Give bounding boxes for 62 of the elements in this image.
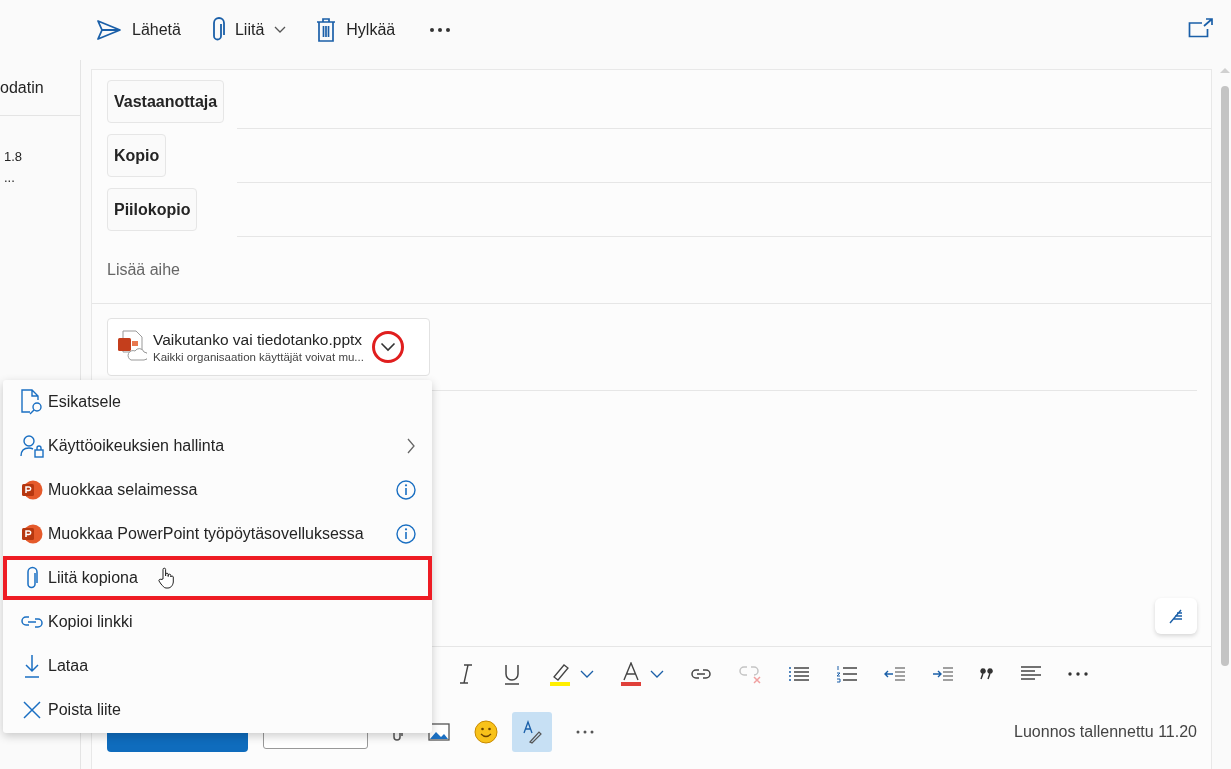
hand-cursor-icon [157, 567, 174, 589]
more-icon[interactable] [1068, 672, 1088, 676]
chevron-down-icon[interactable] [650, 670, 664, 678]
editor-pen-icon [522, 720, 542, 744]
attachment-card[interactable]: Vaikutanko vai tiedotanko.pptx Kaikki organisaation käyttäjät voivat mu... [107, 318, 430, 376]
trash-icon [316, 17, 337, 43]
info-icon[interactable] [396, 480, 416, 500]
message-preview-text: ... [4, 170, 16, 185]
chevron-down-icon[interactable] [580, 670, 594, 678]
powerpoint-file-icon [117, 330, 147, 364]
send-button[interactable]: Lähetä [96, 19, 181, 41]
sharing-info: Kaikki organisaation käyttäjät voivat mu... [153, 351, 364, 363]
document-search-icon [20, 389, 44, 415]
subject-field[interactable]: Lisää aihe [107, 261, 607, 279]
message-preview-text: 1.8 [4, 149, 24, 164]
highlighter-icon[interactable] [548, 662, 572, 686]
close-icon [22, 700, 42, 720]
menu-item[interactable]: Käyttöoikeuksien hallinta [3, 424, 432, 468]
recipient-field-button[interactable]: Kopio [107, 134, 167, 177]
font-color-icon[interactable] [620, 662, 642, 686]
draft-status: Luonnos tallennettu 11.20 [1014, 723, 1197, 741]
pop-out-icon[interactable] [1188, 18, 1214, 38]
quote-icon[interactable] [980, 668, 994, 680]
discard-button[interactable]: Hylkää [316, 17, 396, 43]
link-icon[interactable] [690, 666, 712, 682]
menu-item[interactable]: Kopioi linkki [3, 600, 432, 644]
editor-button[interactable] [512, 712, 552, 752]
download-icon [23, 654, 41, 678]
menu-item[interactable]: Lataa [3, 644, 432, 688]
attachment-name: Vaikutanko vai tiedotanko.pptx [153, 331, 364, 349]
powerpoint-icon [21, 480, 43, 500]
pen-icon [1167, 607, 1185, 625]
decrease-indent-icon[interactable] [884, 667, 906, 681]
more-icon[interactable] [576, 730, 594, 734]
menu-item[interactable]: Liitä kopiona [3, 556, 432, 600]
attachment-menu-button[interactable] [371, 331, 404, 363]
align-left-icon[interactable] [1020, 666, 1042, 682]
menu-item[interactable]: Poista liite [3, 688, 432, 732]
increase-indent-icon[interactable] [932, 667, 954, 681]
underline-icon[interactable] [502, 663, 522, 685]
person-lock-icon [20, 434, 44, 458]
recipient-field-button[interactable]: Piilokopio [107, 188, 198, 231]
chevron-down-icon [379, 342, 396, 352]
link-icon [20, 614, 44, 630]
bullet-list-icon[interactable] [788, 666, 810, 682]
chevron-right-icon [406, 437, 416, 455]
numbered-list-icon[interactable] [836, 665, 858, 683]
menu-item[interactable]: Esikatsele [3, 380, 432, 424]
info-icon[interactable] [396, 524, 416, 544]
folder-title: odatin [0, 78, 44, 97]
signature-button[interactable] [1155, 598, 1197, 634]
paperclip-icon [210, 17, 225, 43]
send-icon [96, 19, 122, 41]
menu-item[interactable]: Muokkaa selaimessa [3, 468, 432, 512]
menu-item[interactable]: Muokkaa PowerPoint työpöytäsovelluksessa [3, 512, 432, 556]
powerpoint-icon [21, 524, 43, 544]
emoji-icon[interactable] [474, 720, 498, 744]
recipient-field-button[interactable]: Vastaanottaja [107, 80, 225, 123]
image-icon[interactable] [428, 723, 450, 741]
more-icon[interactable] [429, 27, 452, 33]
paperclip-icon [25, 566, 39, 590]
attach-button[interactable]: Liitä [210, 17, 287, 43]
